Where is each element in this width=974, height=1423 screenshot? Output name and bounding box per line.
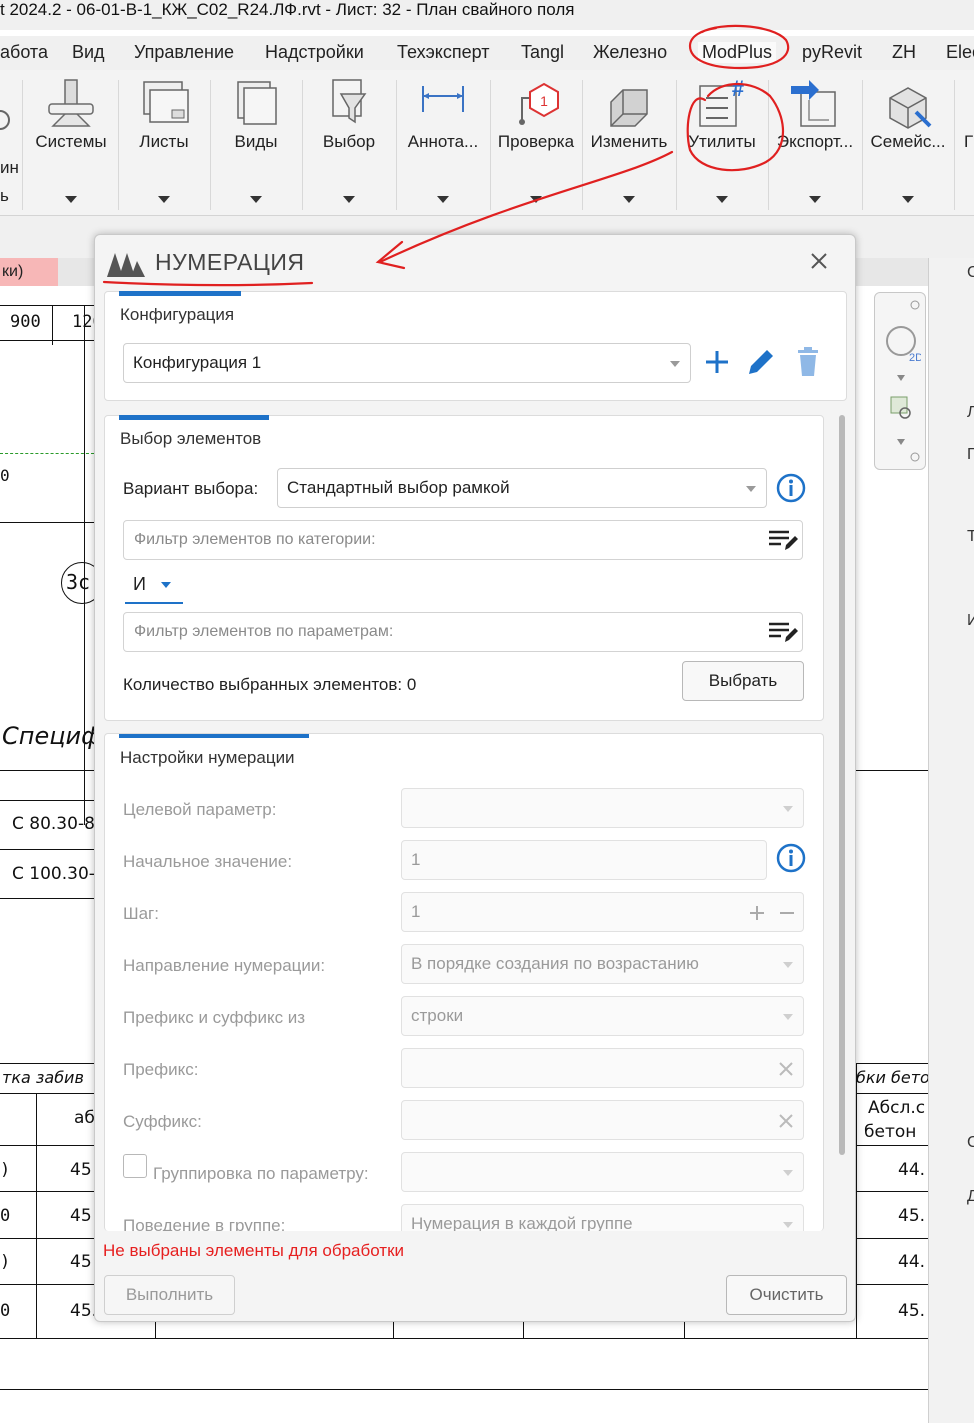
annotation-arrow <box>378 150 674 264</box>
annotation-arrow-head <box>375 240 406 270</box>
annotation-underline <box>102 280 314 287</box>
annotation-circle-utilities <box>686 83 785 172</box>
red-annotations <box>102 24 790 287</box>
annotation-circle-modplus <box>688 24 790 70</box>
